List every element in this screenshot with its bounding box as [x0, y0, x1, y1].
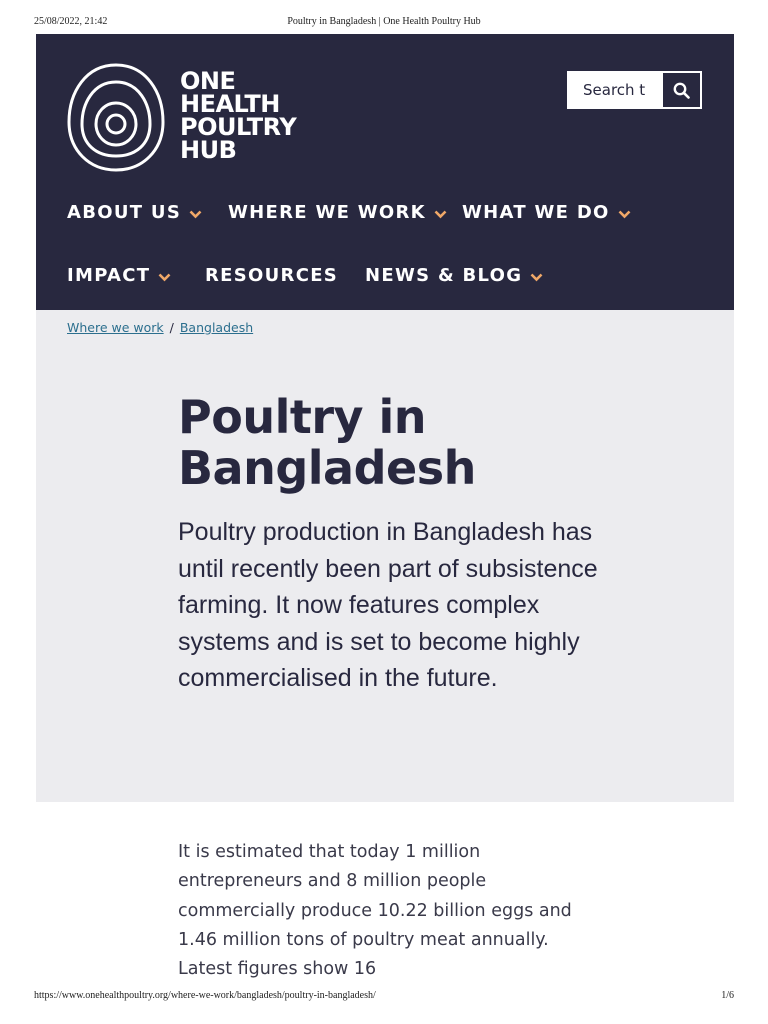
breadcrumb-separator: /: [169, 320, 174, 335]
nav-item-label: IMPACT: [67, 264, 151, 286]
search-button[interactable]: [661, 73, 700, 107]
nav-item-what-we-do[interactable]: WHAT WE DO: [462, 201, 631, 223]
nav-item-label: WHAT WE DO: [462, 201, 610, 223]
page-intro: Poultry production in Bangladesh has unt…: [178, 518, 598, 692]
logo-wordmark: ONE HEALTH POULTRY HUB: [180, 69, 297, 164]
chevron-down-icon: [158, 273, 171, 281]
print-page-number: 1/6: [721, 990, 734, 1001]
nav-item-news-blog[interactable]: NEWS & BLOG: [365, 264, 543, 286]
egg-logo-icon: [67, 63, 165, 172]
chevron-down-icon: [530, 273, 543, 281]
print-title: Poultry in Bangladesh | One Health Poult…: [287, 16, 481, 27]
search-input[interactable]: [569, 73, 661, 107]
search-icon: [673, 82, 690, 99]
chevron-down-icon: [618, 210, 631, 218]
hero-section: Where we work / Bangladesh Poultry in Bang…: [36, 310, 734, 802]
print-header: 25/08/2022, 21:42 Poultry in Bangladesh …: [0, 16, 768, 30]
print-footer: https://www.onehealthpoultry.org/where-w…: [0, 990, 768, 1004]
search-box: [567, 71, 702, 109]
chevron-down-icon: [189, 210, 202, 218]
nav-item-impact[interactable]: IMPACT: [67, 264, 171, 286]
breadcrumb: Where we work / Bangladesh: [67, 320, 253, 335]
nav-item-resources[interactable]: RESOURCES: [205, 264, 338, 286]
breadcrumb-link-bangladesh[interactable]: Bangladesh: [180, 320, 253, 335]
logo-line: HUB: [180, 136, 237, 164]
nav-item-label: WHERE WE WORK: [228, 201, 426, 223]
nav-item-label: NEWS & BLOG: [365, 264, 523, 286]
page-title: Poultry in Bangladesh: [178, 390, 476, 495]
body-paragraph: It is estimated that today 1 million ent…: [178, 842, 572, 980]
nav-item-about-us[interactable]: ABOUT US: [67, 201, 202, 223]
nav-item-label: ABOUT US: [67, 201, 182, 223]
site-logo[interactable]: ONE HEALTH POULTRY HUB: [66, 62, 306, 174]
site-header: ONE HEALTH POULTRY HUB ABOUT US WHERE WE…: [36, 34, 734, 310]
breadcrumb-link-where-we-work[interactable]: Where we work: [67, 320, 164, 335]
nav-item-where-we-work[interactable]: WHERE WE WORK: [228, 201, 447, 223]
print-url: https://www.onehealthpoultry.org/where-w…: [34, 990, 376, 1001]
nav-item-label: RESOURCES: [205, 264, 339, 286]
chevron-down-icon: [434, 210, 447, 218]
